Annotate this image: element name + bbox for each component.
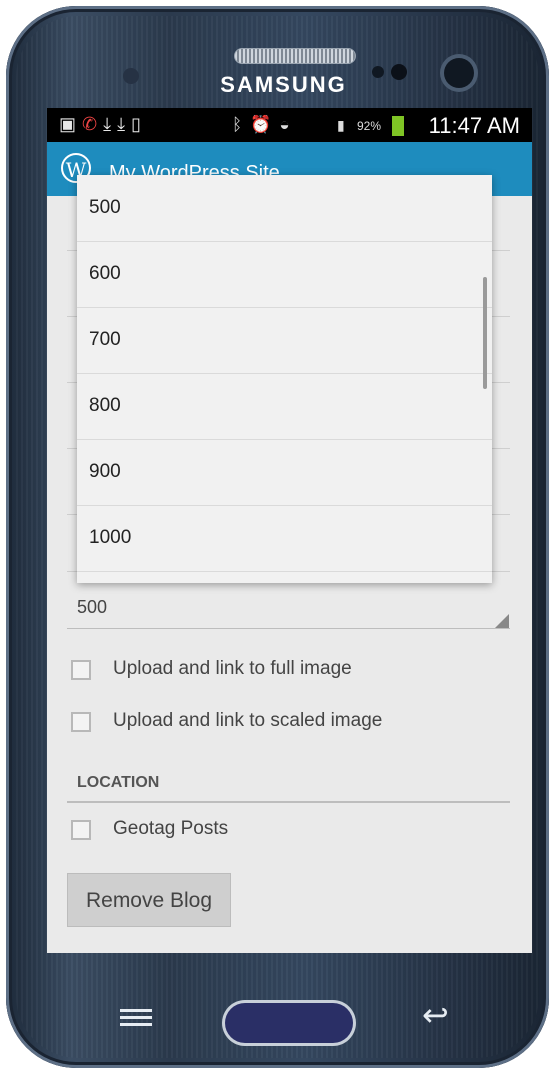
alarm-icon: ⏰ [250, 115, 280, 134]
home-key-icon[interactable] [225, 1003, 353, 1043]
phone-screen: ▣✆⤓⤓▯ ᛒ⏰◒ ▮ 92% 11:47 AM W My WordPress … [47, 108, 532, 953]
geotag-checkbox[interactable] [71, 820, 91, 840]
option-label: 500 [89, 197, 121, 218]
clock: 11:47 AM [428, 113, 520, 138]
download-icon: ⤓ [103, 114, 118, 134]
download-icon: ⤓ [117, 114, 132, 134]
option-label: 800 [89, 395, 121, 416]
dropdown-option[interactable]: 600 [77, 241, 492, 308]
sensor-icon [391, 64, 407, 80]
image-width-value[interactable]: 500 [77, 597, 107, 618]
width-dropdown-popup: 500 600 700 800 900 1000 [77, 175, 492, 583]
back-key-icon[interactable]: ↩ [422, 996, 449, 1034]
menu-key-icon[interactable] [118, 1005, 154, 1029]
dropdown-option[interactable]: 500 [77, 175, 492, 242]
sensor-icon [372, 66, 384, 78]
section-divider [67, 801, 510, 803]
dropdown-option[interactable]: 700 [77, 307, 492, 374]
speaker-grille [234, 48, 356, 64]
missed-call-icon: ✆ [82, 114, 104, 134]
sensor-icon [123, 68, 139, 84]
full-image-option[interactable]: Upload and link to full image [71, 656, 491, 686]
dropdown-option[interactable]: 900 [77, 439, 492, 506]
select-underline [67, 628, 510, 629]
option-label: 700 [89, 329, 121, 350]
checkbox-label: Upload and link to scaled image [113, 710, 383, 731]
checkbox-label: Upload and link to full image [113, 658, 352, 679]
signal-icon: ▮ [337, 117, 345, 133]
checkbox-label: Geotag Posts [113, 818, 229, 839]
dropdown-arrow-icon[interactable] [495, 614, 509, 628]
battery-icon [392, 116, 404, 136]
option-label: 600 [89, 263, 121, 284]
battery-percent: 92% [357, 119, 382, 133]
wifi-icon: ◒ [279, 115, 298, 134]
scaled-image-option[interactable]: Upload and link to scaled image [71, 708, 491, 738]
dropdown-option[interactable]: 800 [77, 373, 492, 440]
dropdown-option[interactable]: 1000 [77, 505, 492, 572]
status-bar: ▣✆⤓⤓▯ ᛒ⏰◒ ▮ 92% 11:47 AM [47, 108, 532, 142]
geotag-option[interactable]: Geotag Posts [71, 816, 491, 846]
location-heading: LOCATION [77, 774, 160, 791]
remove-blog-button[interactable]: Remove Blog [67, 873, 231, 927]
bluetooth-icon: ᛒ [232, 115, 251, 134]
system-icons: ᛒ⏰◒ [232, 115, 298, 135]
full-image-checkbox[interactable] [71, 660, 91, 680]
option-label: 900 [89, 461, 121, 482]
screenshot-icon: ▯ [131, 114, 147, 134]
scaled-image-checkbox[interactable] [71, 712, 91, 732]
notification-icons: ▣✆⤓⤓▯ [59, 114, 147, 135]
front-camera-icon [444, 58, 474, 88]
option-label: 1000 [89, 527, 132, 548]
popup-scrollbar[interactable] [483, 277, 487, 389]
notification-icon: ▣ [59, 114, 83, 134]
